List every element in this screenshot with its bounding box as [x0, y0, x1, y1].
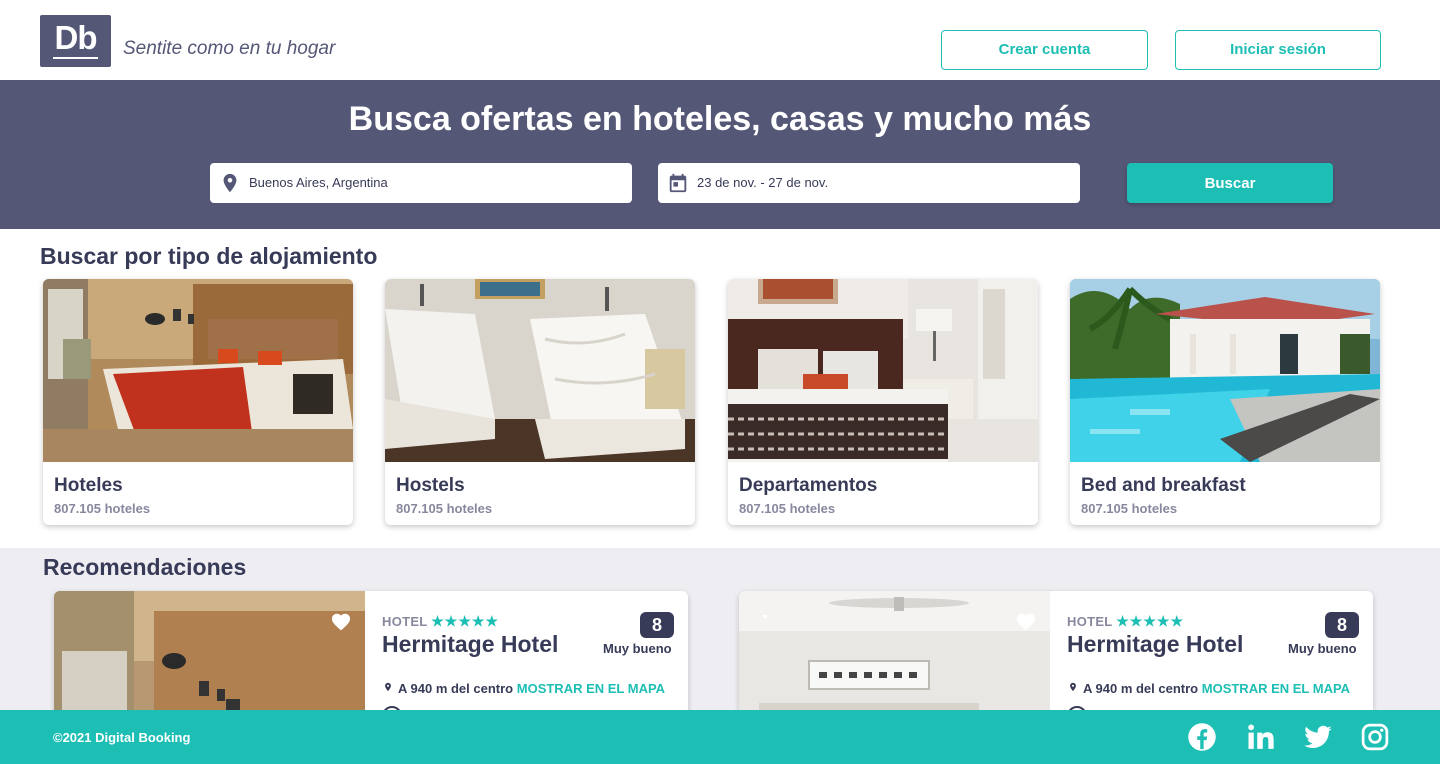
category-card-hoteles[interactable]: Hoteles 807.105 hoteles: [43, 279, 353, 525]
hotel-name: Hermitage Hotel: [382, 631, 559, 657]
linkedin-icon[interactable]: [1246, 722, 1276, 752]
recommendations-title: Recomendaciones: [43, 554, 247, 580]
category-label: HOTEL: [382, 614, 428, 629]
category-card-hostels[interactable]: Hostels 807.105 hoteles: [385, 279, 695, 525]
header: Db Sentite como en tu hogar Crear cuenta…: [0, 0, 1440, 80]
create-account-button[interactable]: Crear cuenta: [941, 30, 1148, 70]
star-rating: ★★★★★: [1116, 613, 1185, 629]
calendar-icon: [669, 173, 687, 193]
distance-text: A 940 m del centro: [398, 681, 514, 696]
category-image-hoteles: [43, 279, 353, 462]
recommendation-category: HOTEL ★★★★★: [1067, 613, 1184, 630]
heart-icon[interactable]: [1015, 611, 1037, 631]
location-pin-icon: [1070, 682, 1076, 692]
category-count: 807.105 hoteles: [1081, 501, 1178, 516]
copyright-text: ©2021 Digital Booking: [53, 730, 191, 745]
location-pin-icon: [385, 682, 391, 692]
category-count: 807.105 hoteles: [739, 501, 836, 516]
hotel-name: Hermitage Hotel: [1067, 631, 1244, 657]
category-card-departamentos[interactable]: Departamentos 807.105 hoteles: [728, 279, 1038, 525]
slogan: Sentite como en tu hogar: [123, 38, 336, 59]
location-row: A 940 m del centro MOSTRAR EN EL MAPA: [398, 681, 665, 696]
category-name: Departamentos: [739, 475, 878, 496]
score-label: Muy bueno: [1288, 641, 1357, 656]
category-name: Hoteles: [54, 475, 123, 496]
location-row: A 940 m del centro MOSTRAR EN EL MAPA: [1083, 681, 1350, 696]
show-map-link[interactable]: MOSTRAR EN EL MAPA: [1202, 681, 1350, 696]
twitter-icon[interactable]: [1303, 722, 1333, 752]
category-image-departamentos: [728, 279, 1038, 462]
location-pin-icon: [223, 173, 237, 193]
logo-text: Db: [54, 19, 98, 56]
distance-text: A 940 m del centro: [1083, 681, 1199, 696]
score-badge: 8: [1325, 612, 1359, 638]
category-name: Bed and breakfast: [1081, 475, 1246, 496]
category-label: HOTEL: [1067, 614, 1113, 629]
category-count: 807.105 hoteles: [396, 501, 493, 516]
location-input[interactable]: Buenos Aires, Argentina: [210, 163, 632, 203]
category-image-hostels: [385, 279, 695, 462]
search-button[interactable]: Buscar: [1127, 163, 1333, 203]
recommendation-category: HOTEL ★★★★★: [382, 613, 499, 630]
logo[interactable]: Db: [40, 15, 111, 67]
location-value: Buenos Aires, Argentina: [249, 175, 388, 190]
category-card-bed-and-breakfast[interactable]: Bed and breakfast 807.105 hoteles: [1070, 279, 1380, 525]
heart-icon[interactable]: [330, 611, 352, 631]
category-count: 807.105 hoteles: [54, 501, 151, 516]
dates-value: 23 de nov. - 27 de nov.: [697, 175, 829, 190]
login-button[interactable]: Iniciar sesión: [1175, 30, 1381, 70]
facebook-icon[interactable]: [1187, 722, 1217, 752]
instagram-icon[interactable]: [1360, 722, 1390, 752]
category-name: Hostels: [396, 475, 465, 496]
category-image-bed-and-breakfast: [1070, 279, 1380, 462]
footer: ©2021 Digital Booking: [0, 710, 1440, 764]
dates-input[interactable]: 23 de nov. - 27 de nov.: [658, 163, 1080, 203]
categories-title: Buscar por tipo de alojamiento: [40, 243, 378, 269]
search-title: Busca ofertas en hoteles, casas y mucho …: [348, 100, 1092, 138]
score-label: Muy bueno: [603, 641, 672, 656]
star-rating: ★★★★★: [431, 613, 500, 629]
logo-underline: [53, 57, 98, 59]
search-section: Busca ofertas en hoteles, casas y mucho …: [0, 80, 1440, 229]
show-map-link[interactable]: MOSTRAR EN EL MAPA: [517, 681, 665, 696]
score-badge: 8: [640, 612, 674, 638]
